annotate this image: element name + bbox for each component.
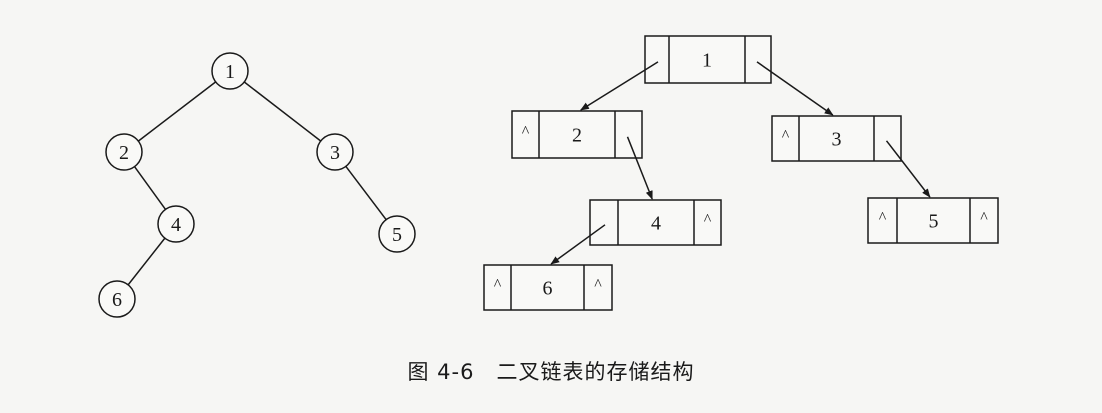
linked-node-data-3: 3 [832,129,842,151]
linked-node-2: 2^ [511,110,643,159]
tree-node-label-3: 3 [330,142,340,164]
null-pointer-left: ^ [522,124,530,141]
null-pointer-right: ^ [980,210,988,227]
tree-node-label-1: 1 [225,61,235,83]
null-pointer-left: ^ [879,210,887,227]
linked-node-3: 3^ [771,115,902,162]
tree-node-label-6: 6 [112,289,122,311]
binary-linked-list: 12^ 3^4 ^ 5^ ^6^ ^ [483,35,999,311]
pointer-arrow-1-to-3 [756,61,834,116]
null-pointer-right: ^ [704,212,712,229]
tree-edge-2-4 [133,166,167,210]
caption-text: 二叉链表的存储结构 [496,360,695,384]
tree-edge-4-6 [127,237,166,286]
tree-node-label-5: 5 [392,224,402,246]
null-pointer-left: ^ [494,277,502,294]
linked-node-1: 1 [644,35,772,84]
linked-node-data-5: 5 [929,211,939,233]
caption-number: 图 4-6 [407,360,475,384]
linked-node-data-2: 2 [572,125,582,147]
linked-node-data-6: 6 [543,278,553,300]
tree-node-label-2: 2 [119,142,129,164]
tree-edge-1-3 [243,81,322,142]
null-pointer-left: ^ [782,128,790,145]
linked-node-data-1: 1 [702,50,712,72]
tree-node-label-4: 4 [171,214,181,236]
pointer-arrow-3-to-5 [885,140,931,198]
linked-node-5: 5 ^ ^ [867,197,999,244]
tree-edge-3-5 [345,165,387,221]
binary-linked-list-figure: 12 34 56 12^ 3^4 ^ 5^ ^6^ ^ [98,35,999,318]
linked-node-6: 6 ^ ^ [483,264,613,311]
figure-caption: 图 4-6 二叉链表的存储结构 [0,356,1102,386]
tree-edge-1-2 [137,81,217,142]
pointer-arrow-1-to-2 [580,61,659,111]
linked-node-4: 4 ^ [589,199,722,246]
null-pointer-right: ^ [594,277,602,294]
binary-tree: 1 2 3 4 5 6 [98,52,416,318]
linked-node-data-4: 4 [651,213,661,235]
